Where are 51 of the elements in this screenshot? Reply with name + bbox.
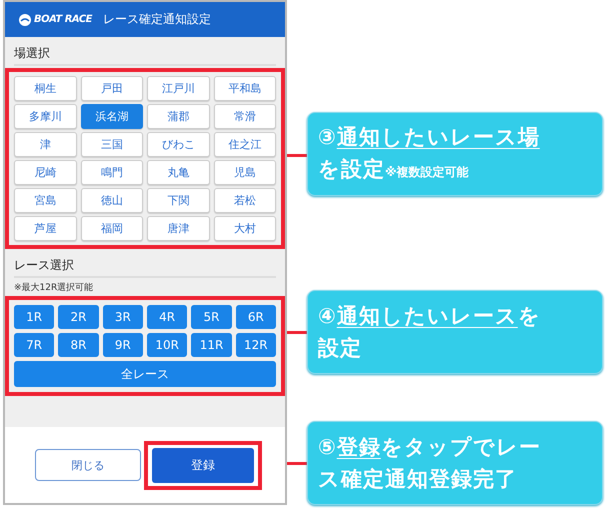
logo-text: BOAT RACE <box>34 14 92 25</box>
venue-button[interactable]: 三国 <box>80 132 143 157</box>
venue-button[interactable]: 住之江 <box>214 132 276 157</box>
venue-button[interactable]: 児島 <box>214 160 276 185</box>
venue-button[interactable]: 徳山 <box>80 188 143 213</box>
venue-button[interactable]: 大村 <box>214 216 276 241</box>
venue-button[interactable]: 浜名湖 <box>80 104 143 129</box>
venue-button[interactable]: びわこ <box>147 132 210 157</box>
logo-icon <box>19 14 31 26</box>
race-button[interactable]: 5R <box>191 305 232 329</box>
venue-button[interactable]: 桐生 <box>14 76 76 101</box>
section-label: 場選択 <box>14 45 276 66</box>
venue-button[interactable]: 戸田 <box>80 76 143 101</box>
venue-button[interactable]: 下関 <box>147 188 210 213</box>
callout-text: ④通知したいレース を 設定 <box>318 303 541 362</box>
close-button[interactable]: 閉じる <box>35 449 141 481</box>
race-button[interactable]: 4R <box>146 305 188 329</box>
race-button[interactable]: 2R <box>58 305 99 329</box>
all-races-button[interactable]: 全レース <box>14 361 276 387</box>
callout-text: ③通知したいレース場 を設定※複数設定可能 <box>318 124 540 182</box>
race-button[interactable]: 11R <box>191 333 232 357</box>
connector-line <box>287 154 307 157</box>
race-button[interactable]: 8R <box>58 333 99 357</box>
venue-button[interactable]: 平和島 <box>214 76 276 101</box>
section-label: レース選択 <box>14 257 276 278</box>
venue-button[interactable]: 福岡 <box>80 216 143 241</box>
venue-button[interactable]: 丸亀 <box>147 160 210 185</box>
race-button[interactable]: 7R <box>14 333 54 357</box>
venue-button[interactable]: 江戸川 <box>147 76 210 101</box>
register-button[interactable]: 登録 <box>152 448 254 482</box>
venue-button[interactable]: 鳴門 <box>80 160 143 185</box>
venue-button[interactable]: 宮島 <box>14 188 76 213</box>
race-button[interactable]: 1R <box>14 305 54 329</box>
race-button[interactable]: 3R <box>102 305 143 329</box>
race-button[interactable]: 10R <box>146 333 188 357</box>
connector-line <box>287 331 307 334</box>
venue-button[interactable]: 多摩川 <box>14 104 76 129</box>
note-text: ※最大12R選択可能 <box>14 282 94 294</box>
screen-title: レース確定通知設定 <box>103 11 212 28</box>
venue-button[interactable]: 蒲郡 <box>147 104 210 129</box>
race-button[interactable]: 9R <box>102 333 143 357</box>
venue-button[interactable]: 芦屋 <box>14 216 76 241</box>
venue-button[interactable]: 常滑 <box>214 104 276 129</box>
venue-button[interactable]: 尼崎 <box>14 160 76 185</box>
venue-button[interactable]: 津 <box>14 132 76 157</box>
race-button[interactable]: 12R <box>236 333 276 357</box>
venue-button[interactable]: 若松 <box>214 188 276 213</box>
race-button[interactable]: 6R <box>236 305 276 329</box>
venue-button[interactable]: 唐津 <box>147 216 210 241</box>
callout-text: ⑤登録をタップでレー ス確定通知登録完了 <box>318 434 541 493</box>
connector-line <box>287 462 307 465</box>
